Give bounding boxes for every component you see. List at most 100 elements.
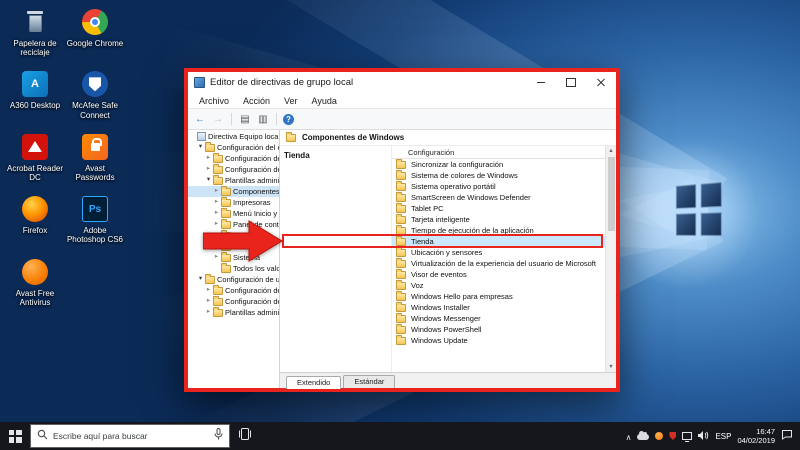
desktop-icon-label: Papelera de reciclaje bbox=[13, 39, 57, 58]
tree-item-5[interactable]: ▸ Componentes de Windows bbox=[188, 186, 279, 197]
collapsed-twisty-icon[interactable]: ▸ bbox=[213, 210, 220, 217]
list-item-10[interactable]: Visor de eventos bbox=[392, 269, 605, 280]
collapsed-twisty-icon[interactable]: ▸ bbox=[205, 309, 212, 316]
list-item-15[interactable]: Windows PowerShell bbox=[392, 324, 605, 335]
collapsed-twisty-icon[interactable]: ▸ bbox=[213, 199, 220, 206]
window-titlebar[interactable]: Editor de directivas de grupo local bbox=[188, 72, 616, 93]
scroll-thumb[interactable] bbox=[607, 157, 615, 231]
ethernet-icon[interactable] bbox=[682, 427, 693, 445]
menu-item-2[interactable]: Ver bbox=[277, 96, 305, 106]
photoshop-icon: Ps bbox=[81, 195, 109, 223]
tab-extendido[interactable]: Extendido bbox=[286, 376, 342, 389]
collapsed-twisty-icon[interactable]: ▸ bbox=[213, 188, 220, 195]
system-tray: ∧ ESP 16:47 04/02/2019 bbox=[626, 422, 800, 450]
list-item-label: Sistema de colores de Windows bbox=[411, 171, 518, 180]
list-item-5[interactable]: Tarjeta inteligente bbox=[392, 214, 605, 225]
tree-item-3[interactable]: ▸ Configuración de Windows bbox=[188, 164, 279, 175]
scroll-up-icon[interactable] bbox=[608, 146, 613, 156]
desktop-icon-avast-passwords[interactable]: Avast Passwords bbox=[66, 133, 124, 182]
tree-item-15[interactable]: ▸ Configuración de Windows bbox=[188, 296, 279, 307]
scrollbar[interactable] bbox=[605, 146, 616, 372]
expanded-twisty-icon[interactable]: ▾ bbox=[205, 177, 212, 184]
desktop-icon-avast-free[interactable]: Avast Free Antivirus bbox=[6, 258, 64, 307]
desktop-icon-mcafee-safe-connect[interactable]: McAfee Safe Connect bbox=[66, 70, 124, 120]
tree-item-1[interactable]: ▾ Configuración del equipo bbox=[188, 142, 279, 153]
desktop-icon-photoshop[interactable]: Ps Adobe Photoshop CS6 bbox=[66, 195, 124, 244]
collapsed-twisty-icon[interactable]: ▸ bbox=[205, 287, 212, 294]
folder-icon bbox=[396, 192, 406, 202]
avast-icon[interactable] bbox=[655, 427, 664, 445]
maximize-button[interactable] bbox=[556, 72, 586, 93]
tree-item-0[interactable]: Directiva Equipo local bbox=[188, 131, 279, 142]
list-item-3[interactable]: SmartScreen de Windows Defender bbox=[392, 192, 605, 203]
tree-item-16[interactable]: ▸ Plantillas administrativas bbox=[188, 307, 279, 318]
console-icon bbox=[197, 132, 206, 141]
tree-item-label: Impresoras bbox=[233, 198, 271, 207]
tree-item-2[interactable]: ▸ Configuración de software bbox=[188, 153, 279, 164]
desktop-icon-label: A360 Desktop bbox=[9, 101, 61, 111]
collapsed-twisty-icon[interactable]: ▸ bbox=[205, 166, 212, 173]
folder-icon bbox=[205, 274, 215, 284]
list-item-4[interactable]: Tablet PC bbox=[392, 203, 605, 214]
close-button[interactable] bbox=[586, 72, 616, 93]
tree-item-7[interactable]: ▸ Menú Inicio y barra de tareas bbox=[188, 208, 279, 219]
tree-item-14[interactable]: ▸ Configuración de software bbox=[188, 285, 279, 296]
tree-item-6[interactable]: ▸ Impresoras bbox=[188, 197, 279, 208]
tab-estandar[interactable]: Estándar bbox=[343, 375, 396, 388]
mcafee-icon[interactable] bbox=[669, 427, 677, 445]
folder-icon bbox=[396, 225, 406, 235]
desktop-icon-recycle-bin[interactable]: Papelera de reciclaje bbox=[6, 8, 64, 57]
list-item-9[interactable]: Virtualización de la experiencia del usu… bbox=[392, 258, 605, 269]
taskbar-search[interactable] bbox=[30, 424, 230, 448]
menu-item-1[interactable]: Acción bbox=[236, 96, 277, 106]
list-item-16[interactable]: Windows Update bbox=[392, 335, 605, 346]
desktop-icon-acrobat-reader[interactable]: Acrobat Reader DC bbox=[6, 133, 64, 182]
chrome-icon bbox=[81, 8, 109, 36]
menu-item-0[interactable]: Archivo bbox=[192, 96, 236, 106]
toolbar: ← → ▤ ▥? bbox=[188, 109, 616, 130]
menu-item-3[interactable]: Ayuda bbox=[305, 96, 344, 106]
export-list-button[interactable]: ▥ bbox=[256, 112, 270, 126]
tree-item-4[interactable]: ▾ Plantillas administrativas bbox=[188, 175, 279, 186]
collapsed-twisty-icon[interactable]: ▸ bbox=[205, 155, 212, 162]
column-header-configuracion[interactable]: Configuración bbox=[392, 146, 605, 159]
scroll-down-icon[interactable] bbox=[608, 362, 613, 372]
microphone-icon[interactable] bbox=[214, 427, 223, 445]
desktop-icon-label: Avast Passwords bbox=[75, 163, 115, 182]
action-center-button[interactable] bbox=[781, 427, 793, 445]
list-item-8[interactable]: Ubicación y sensores bbox=[392, 247, 605, 258]
desktop-icon-firefox[interactable]: Firefox bbox=[6, 195, 64, 244]
list-item-1[interactable]: Sistema de colores de Windows bbox=[392, 170, 605, 181]
volume-icon[interactable] bbox=[698, 427, 709, 445]
folder-icon bbox=[396, 203, 406, 213]
expanded-twisty-icon[interactable]: ▾ bbox=[197, 276, 204, 283]
desktop-icon-label: Acrobat Reader DC bbox=[6, 163, 64, 182]
search-input[interactable] bbox=[53, 431, 209, 441]
expanded-twisty-icon[interactable]: ▾ bbox=[197, 144, 204, 151]
language-indicator[interactable]: ESP bbox=[715, 432, 731, 441]
desktop-icon-a360[interactable]: A A360 Desktop bbox=[6, 70, 64, 119]
onedrive-icon[interactable] bbox=[637, 427, 650, 445]
back-button[interactable]: ← bbox=[193, 112, 207, 126]
list-item-0[interactable]: Sincronizar la configuración bbox=[392, 159, 605, 170]
collapsed-twisty-icon[interactable]: ▸ bbox=[205, 298, 212, 305]
list-item-12[interactable]: Windows Hello para empresas bbox=[392, 291, 605, 302]
task-view-button[interactable] bbox=[230, 422, 260, 450]
list-item-6[interactable]: Tiempo de ejecución de la aplicación bbox=[392, 225, 605, 236]
folder-icon bbox=[396, 181, 406, 191]
hidden-icons-chevron-icon[interactable]: ∧ bbox=[626, 427, 632, 445]
clock[interactable]: 16:47 04/02/2019 bbox=[737, 427, 775, 446]
start-button[interactable] bbox=[0, 422, 30, 450]
list-item-11[interactable]: Voz bbox=[392, 280, 605, 291]
list-item-tienda[interactable]: Tienda bbox=[392, 236, 605, 247]
desktop-icon-chrome[interactable]: Google Chrome bbox=[66, 8, 124, 57]
tree-item-12[interactable]: Todos los valores bbox=[188, 263, 279, 274]
forward-button[interactable]: → bbox=[211, 112, 225, 126]
list-item-2[interactable]: Sistema operativo portátil bbox=[392, 181, 605, 192]
help-button[interactable]: ? bbox=[283, 113, 294, 125]
show-console-tree-button[interactable]: ▤ bbox=[238, 112, 252, 126]
list-item-13[interactable]: Windows Installer bbox=[392, 302, 605, 313]
minimize-button[interactable] bbox=[526, 72, 556, 93]
tree-item-13[interactable]: ▾ Configuración de usuario bbox=[188, 274, 279, 285]
list-item-14[interactable]: Windows Messenger bbox=[392, 313, 605, 324]
